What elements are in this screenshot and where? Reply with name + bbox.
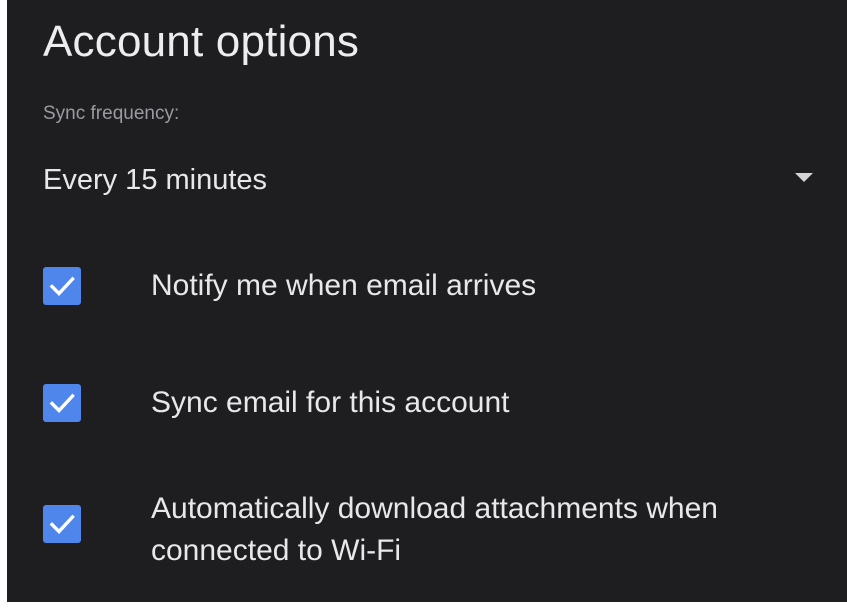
sync-frequency-dropdown[interactable]: Every 15 minutes [43, 156, 813, 204]
checkmark-icon [49, 276, 75, 296]
auto-download-label: Automatically download attachments when … [151, 492, 718, 567]
sync-email-label: Sync email for this account [151, 386, 510, 419]
option-auto-download[interactable]: Automatically download attachments when … [43, 486, 823, 576]
sync-frequency-label: Sync frequency: [43, 103, 180, 124]
auto-download-checkbox[interactable] [43, 505, 81, 543]
checkmark-icon [49, 514, 75, 534]
sync-frequency-value: Every 15 minutes [43, 164, 268, 196]
dropdown-arrow-icon [795, 173, 813, 182]
checkmark-icon [49, 393, 75, 413]
account-options-screen: Account options Sync frequency: Every 15… [7, 0, 847, 602]
notify-email-label: Notify me when email arrives [151, 269, 537, 302]
sync-email-checkbox[interactable] [43, 384, 81, 422]
page-title: Account options [43, 17, 360, 66]
option-sync-email[interactable]: Sync email for this account [43, 381, 823, 425]
option-notify-email[interactable]: Notify me when email arrives [43, 264, 823, 308]
notify-email-checkbox[interactable] [43, 267, 81, 305]
